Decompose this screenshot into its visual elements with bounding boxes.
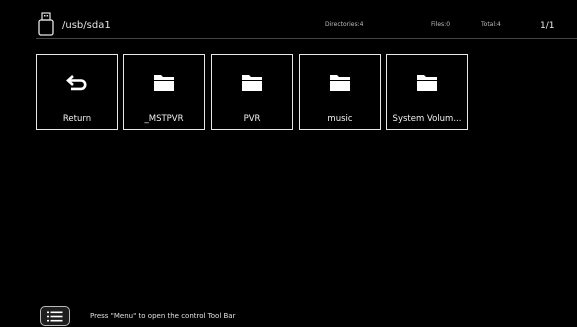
return-tile[interactable]: Return [36,54,118,130]
tile-label: _MSTPVR [144,114,184,124]
tile-label: System Volum... [392,114,462,124]
menu-hint-text: Press "Menu" to open the control Tool Ba… [90,312,236,320]
folder-icon [417,74,437,91]
folder-icon [330,74,350,91]
file-grid: Return _MSTPVR PVR music System Volum... [0,0,577,327]
return-arrow-icon [66,75,87,91]
folder-tile-mstpvr[interactable]: _MSTPVR [123,54,205,130]
tile-label: PVR [243,114,261,124]
folder-tile-system-volume[interactable]: System Volum... [386,54,468,130]
folder-tile-pvr[interactable]: PVR [211,54,293,130]
folder-icon [242,74,262,91]
folder-tile-music[interactable]: music [299,54,381,130]
menu-button[interactable] [40,306,70,326]
tile-label: Return [62,114,92,124]
folder-icon [154,74,174,91]
menu-list-icon [47,311,63,321]
tile-label: music [327,114,353,124]
